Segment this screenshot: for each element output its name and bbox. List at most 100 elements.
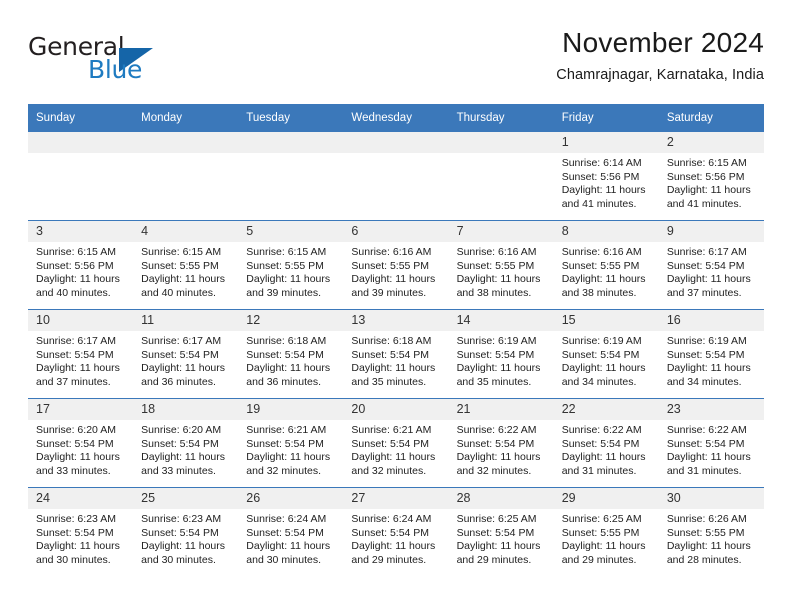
calendar-cell-day[interactable]: 5 Sunrise: 6:15 AM Sunset: 5:55 PM Daylight… (238, 220, 344, 310)
title-block: November 2024 Chamrajnagar, Karnataka, I… (556, 26, 764, 86)
calendar-cell-day[interactable]: 21 Sunrise: 6:22 AM Sunset: 5:54 PM Dayligh… (448, 398, 554, 488)
daylight-text: Daylight: 11 hours and 40 minutes. (141, 273, 225, 299)
day-details: Sunrise: 6:15 AM Sunset: 5:56 PM Daylight:… (28, 242, 133, 300)
sunset-text: Sunset: 5:54 PM (456, 348, 535, 361)
general-blue-logo[interactable]: General Blue (28, 32, 248, 92)
calendar-cell-day[interactable]: 13 Sunrise: 6:18 AM Sunset: 5:54 PM Dayligh… (343, 309, 449, 399)
day-number: 15 (553, 310, 659, 331)
calendar-cell-day[interactable]: 16 Sunrise: 6:19 AM Sunset: 5:54 PM Dayligh… (658, 309, 764, 399)
day-number: 9 (658, 221, 764, 242)
sunrise-text: Sunrise: 6:18 AM (246, 335, 327, 347)
sunrise-text: Sunrise: 6:19 AM (456, 335, 537, 347)
calendar-cell-day[interactable]: 27 Sunrise: 6:24 AM Sunset: 5:54 PM Dayligh… (343, 487, 449, 576)
day-details: Sunrise: 6:21 AM Sunset: 5:54 PM Daylight:… (343, 420, 448, 478)
day-details: Sunrise: 6:15 AM Sunset: 5:55 PM Daylight:… (238, 242, 343, 300)
day-number: 25 (133, 488, 239, 509)
day-details: Sunrise: 6:19 AM Sunset: 5:54 PM Daylight:… (659, 331, 764, 389)
sunset-text: Sunset: 5:54 PM (141, 348, 219, 361)
calendar-cell-day[interactable]: 29 Sunrise: 6:25 AM Sunset: 5:55 PM Dayligh… (553, 487, 659, 576)
day-number: 29 (553, 488, 659, 509)
sunset-text: Sunset: 5:54 PM (141, 526, 219, 539)
calendar-cell-day[interactable]: 14 Sunrise: 6:19 AM Sunset: 5:54 PM Dayligh… (448, 309, 554, 399)
day-details: Sunrise: 6:25 AM Sunset: 5:55 PM Daylight:… (554, 509, 659, 567)
day-number: 26 (238, 488, 344, 509)
sunrise-text: Sunrise: 6:26 AM (666, 513, 747, 525)
logo-text-blue: Blue (88, 55, 143, 84)
day-number: 6 (343, 221, 449, 242)
calendar-cell-day[interactable]: 6 Sunrise: 6:16 AM Sunset: 5:55 PM Daylight… (343, 220, 449, 310)
sunset-text: Sunset: 5:56 PM (666, 170, 745, 183)
calendar-cell-empty (343, 131, 449, 221)
daylight-text: Daylight: 11 hours and 30 minutes. (36, 540, 120, 566)
sunset-text: Sunset: 5:54 PM (246, 526, 324, 539)
day-details (238, 153, 343, 157)
calendar-cell-day[interactable]: 19 Sunrise: 6:21 AM Sunset: 5:54 PM Dayligh… (238, 398, 344, 488)
day-number: 4 (133, 221, 239, 242)
daylight-text: Daylight: 11 hours and 41 minutes. (561, 184, 646, 210)
calendar-cell-day[interactable]: 30 Sunrise: 6:26 AM Sunset: 5:55 PM Dayligh… (658, 487, 764, 576)
calendar-cell-day[interactable]: 18 Sunrise: 6:20 AM Sunset: 5:54 PM Dayligh… (133, 398, 239, 488)
calendar-cell-day[interactable]: 20 Sunrise: 6:21 AM Sunset: 5:54 PM Dayligh… (343, 398, 449, 488)
day-number: 22 (553, 399, 659, 420)
day-details: Sunrise: 6:22 AM Sunset: 5:54 PM Daylight:… (659, 420, 764, 478)
sunrise-text: Sunrise: 6:17 AM (141, 335, 222, 347)
location-subtitle: Chamrajnagar, Karnataka, India (556, 67, 764, 83)
daylight-text: Daylight: 11 hours and 28 minutes. (666, 540, 751, 566)
daylight-text: Daylight: 11 hours and 34 minutes. (666, 362, 751, 388)
calendar-cell-day[interactable]: 3 Sunrise: 6:15 AM Sunset: 5:56 PM Daylight… (28, 220, 134, 310)
sunset-text: Sunset: 5:55 PM (351, 259, 430, 272)
daylight-text: Daylight: 11 hours and 29 minutes. (351, 540, 436, 566)
daylight-text: Daylight: 11 hours and 39 minutes. (246, 273, 331, 299)
calendar-cell-day[interactable]: 10 Sunrise: 6:17 AM Sunset: 5:54 PM Dayligh… (28, 309, 134, 399)
daylight-text: Daylight: 11 hours and 41 minutes. (666, 184, 751, 210)
day-number: 30 (658, 488, 764, 509)
calendar-cell-day[interactable]: 7 Sunrise: 6:16 AM Sunset: 5:55 PM Daylight… (448, 220, 554, 310)
sunset-text: Sunset: 5:54 PM (36, 526, 114, 539)
calendar-cell-day[interactable]: 1 Sunrise: 6:14 AM Sunset: 5:56 PM Daylight… (553, 131, 659, 221)
sunrise-text: Sunrise: 6:25 AM (456, 513, 537, 525)
calendar-cell-day[interactable]: 8 Sunrise: 6:16 AM Sunset: 5:55 PM Daylight… (553, 220, 659, 310)
calendar-body: 1 Sunrise: 6:14 AM Sunset: 5:56 PM Daylight… (28, 131, 764, 576)
day-number: 7 (448, 221, 554, 242)
calendar-cell-day[interactable]: 15 Sunrise: 6:19 AM Sunset: 5:54 PM Dayligh… (553, 309, 659, 399)
day-details: Sunrise: 6:23 AM Sunset: 5:54 PM Daylight:… (28, 509, 133, 567)
day-details: Sunrise: 6:26 AM Sunset: 5:55 PM Daylight:… (659, 509, 764, 567)
calendar-cell-day[interactable]: 11 Sunrise: 6:17 AM Sunset: 5:54 PM Dayligh… (133, 309, 239, 399)
calendar-cell-day[interactable]: 28 Sunrise: 6:25 AM Sunset: 5:54 PM Dayligh… (448, 487, 554, 576)
calendar-week-row: 17 Sunrise: 6:20 AM Sunset: 5:54 PM Dayligh… (28, 398, 764, 488)
calendar-cell-day[interactable]: 12 Sunrise: 6:18 AM Sunset: 5:54 PM Dayligh… (238, 309, 344, 399)
calendar-cell-day[interactable]: 23 Sunrise: 6:22 AM Sunset: 5:54 PM Dayligh… (658, 398, 764, 488)
calendar-cell-empty (133, 131, 239, 221)
sunset-text: Sunset: 5:55 PM (141, 259, 219, 272)
calendar-week-row: 24 Sunrise: 6:23 AM Sunset: 5:54 PM Dayligh… (28, 487, 764, 576)
day-number: 24 (28, 488, 134, 509)
sunrise-text: Sunrise: 6:24 AM (351, 513, 432, 525)
calendar-page: General Blue November 2024 Chamrajnagar,… (0, 0, 792, 612)
calendar-cell-day[interactable]: 17 Sunrise: 6:20 AM Sunset: 5:54 PM Dayligh… (28, 398, 134, 488)
day-number: 23 (658, 399, 764, 420)
sunrise-text: Sunrise: 6:17 AM (666, 246, 747, 258)
calendar-cell-day[interactable]: 4 Sunrise: 6:15 AM Sunset: 5:55 PM Daylight… (133, 220, 239, 310)
daylight-text: Daylight: 11 hours and 40 minutes. (36, 273, 120, 299)
day-number (343, 132, 449, 153)
calendar-cell-day[interactable]: 24 Sunrise: 6:23 AM Sunset: 5:54 PM Dayligh… (28, 487, 134, 576)
sunset-text: Sunset: 5:54 PM (666, 348, 745, 361)
calendar-cell-day[interactable]: 22 Sunrise: 6:22 AM Sunset: 5:54 PM Dayligh… (553, 398, 659, 488)
day-number: 5 (238, 221, 344, 242)
daylight-text: Daylight: 11 hours and 30 minutes. (141, 540, 225, 566)
sunset-text: Sunset: 5:54 PM (561, 348, 640, 361)
sunset-text: Sunset: 5:55 PM (246, 259, 324, 272)
day-details (343, 153, 448, 157)
calendar-cell-day[interactable]: 26 Sunrise: 6:24 AM Sunset: 5:54 PM Dayligh… (238, 487, 344, 576)
daylight-text: Daylight: 11 hours and 37 minutes. (36, 362, 120, 388)
calendar-week-row: 3 Sunrise: 6:15 AM Sunset: 5:56 PM Daylight… (28, 220, 764, 310)
calendar-cell-day[interactable]: 25 Sunrise: 6:23 AM Sunset: 5:54 PM Dayligh… (133, 487, 239, 576)
sunset-text: Sunset: 5:54 PM (456, 526, 535, 539)
sunrise-text: Sunrise: 6:22 AM (456, 424, 537, 436)
calendar-cell-day[interactable]: 9 Sunrise: 6:17 AM Sunset: 5:54 PM Daylight… (658, 220, 764, 310)
calendar-cell-empty (28, 131, 134, 221)
sunrise-text: Sunrise: 6:22 AM (666, 424, 747, 436)
sunset-text: Sunset: 5:54 PM (246, 348, 324, 361)
calendar-cell-day[interactable]: 2 Sunrise: 6:15 AM Sunset: 5:56 PM Daylight… (658, 131, 764, 221)
sunset-text: Sunset: 5:54 PM (36, 437, 114, 450)
